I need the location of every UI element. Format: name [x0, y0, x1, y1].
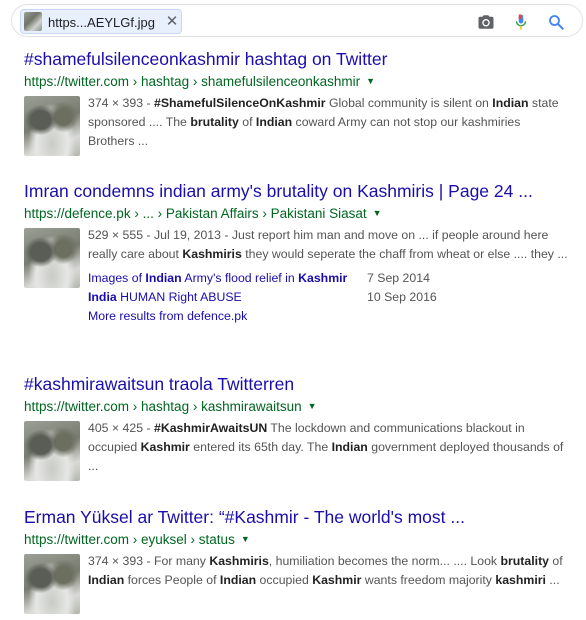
result-url: https://twitter.com › hashtag › kashmira…	[24, 397, 569, 416]
result-snippet: 405 × 425 - #KashmirAwaitsUN The lockdow…	[88, 421, 564, 473]
sitelink[interactable]: Images of Indian Army's flood relief in …	[88, 271, 347, 285]
highlighted-term: Indian	[255, 115, 293, 129]
result-thumbnail[interactable]	[24, 421, 80, 481]
highlighted-term: brutality	[500, 554, 550, 568]
result-url-text: https://twitter.com › hashtag › kashmira…	[24, 399, 302, 414]
highlighted-term: India	[88, 290, 117, 304]
result-thumbnail[interactable]	[24, 96, 80, 156]
dropdown-caret-icon[interactable]: ▼	[241, 530, 250, 548]
highlighted-term: Kashmir	[312, 573, 362, 587]
image-thumbnail	[24, 12, 42, 31]
result-thumbnail[interactable]	[24, 228, 80, 288]
highlighted-term: Indian	[219, 573, 257, 587]
sitelink-date: 10 Sep 2016	[367, 290, 437, 304]
result-url-text: https://twitter.com › hashtag › shameful…	[24, 74, 361, 89]
highlighted-term: Kashmir	[140, 440, 190, 454]
highlighted-term: Indian	[492, 96, 529, 110]
search-result: Erman Yüksel ar Twitter: “#Kashmir - The…	[24, 506, 569, 614]
result-url: https://twitter.com › eyuksel › status ▼	[24, 530, 569, 549]
search-result: #shamefulsilenceonkashmir hashtag on Twi…	[24, 48, 569, 156]
result-body: 374 × 393 - For many Kashmiris, humiliat…	[24, 552, 569, 614]
result-url: https://defence.pk › ... › Pakistan Affa…	[24, 204, 569, 223]
result-url-text: https://defence.pk › ... › Pakistan Affa…	[24, 206, 367, 221]
highlighted-term: Indian	[88, 573, 125, 587]
result-url: https://twitter.com › hashtag › shameful…	[24, 72, 569, 91]
result-snippet: 374 × 393 - #ShamefulSilenceOnKashmir Gl…	[88, 96, 559, 148]
search-icon[interactable]	[547, 13, 565, 31]
search-result: Imran condemns indian army's brutality o…	[24, 180, 569, 326]
sitelink-row: India HUMAN Right ABUSE 10 Sep 2016	[88, 288, 569, 307]
result-snippet: 529 × 555 - Jul 19, 2013 - Just report h…	[88, 228, 568, 261]
result-title-link[interactable]: Imran condemns indian army's brutality o…	[24, 180, 569, 202]
more-results-link[interactable]: More results from defence.pk	[88, 309, 247, 323]
dropdown-caret-icon[interactable]: ▼	[366, 72, 375, 90]
result-title-link[interactable]: #kashmirawaitsun traola Twitterren	[24, 373, 569, 395]
result-url-text: https://twitter.com › eyuksel › status	[24, 532, 235, 547]
sitelink-row: Images of Indian Army's flood relief in …	[88, 269, 569, 288]
sitelink[interactable]: India HUMAN Right ABUSE	[88, 290, 242, 304]
highlighted-term: #KashmirAwaitsUN	[153, 421, 268, 435]
highlighted-term: #ShamefulSilenceOnKashmir	[153, 96, 326, 110]
microphone-icon[interactable]	[512, 13, 530, 31]
highlighted-term: Kashmir	[298, 271, 348, 285]
highlighted-term: Indian	[145, 271, 182, 285]
highlighted-term: Kashmiris	[209, 554, 269, 568]
highlighted-term: brutality	[190, 115, 239, 129]
dropdown-caret-icon[interactable]: ▼	[373, 204, 382, 222]
sitelink-date: 7 Sep 2014	[367, 271, 430, 285]
search-bar[interactable]: https...AEYLGf.jpg ✕	[11, 4, 583, 37]
dropdown-caret-icon[interactable]: ▼	[308, 397, 317, 415]
search-result: #kashmirawaitsun traola Twitterren https…	[24, 373, 569, 481]
image-query-chip[interactable]: https...AEYLGf.jpg ✕	[20, 9, 182, 34]
sitelink-row: More results from defence.pk	[88, 307, 569, 326]
result-body: 374 × 393 - #ShamefulSilenceOnKashmir Gl…	[24, 94, 569, 156]
result-title-link[interactable]: Erman Yüksel ar Twitter: “#Kashmir - The…	[24, 506, 569, 528]
highlighted-term: Kashmiris	[182, 247, 242, 261]
result-thumbnail[interactable]	[24, 554, 80, 614]
sitelinks: Images of Indian Army's flood relief in …	[88, 269, 569, 326]
result-title-link[interactable]: #shamefulsilenceonkashmir hashtag on Twi…	[24, 48, 569, 70]
highlighted-term: Indian	[331, 440, 368, 454]
result-body: 405 × 425 - #KashmirAwaitsUN The lockdow…	[24, 419, 569, 481]
highlighted-term: kashmiri	[495, 573, 546, 587]
camera-icon[interactable]	[477, 13, 495, 31]
close-icon[interactable]: ✕	[164, 14, 180, 30]
result-body: 529 × 555 - Jul 19, 2013 - Just report h…	[24, 226, 569, 326]
image-query-label: https...AEYLGf.jpg	[48, 15, 155, 30]
result-snippet: 374 × 393 - For many Kashmiris, humiliat…	[88, 554, 563, 587]
